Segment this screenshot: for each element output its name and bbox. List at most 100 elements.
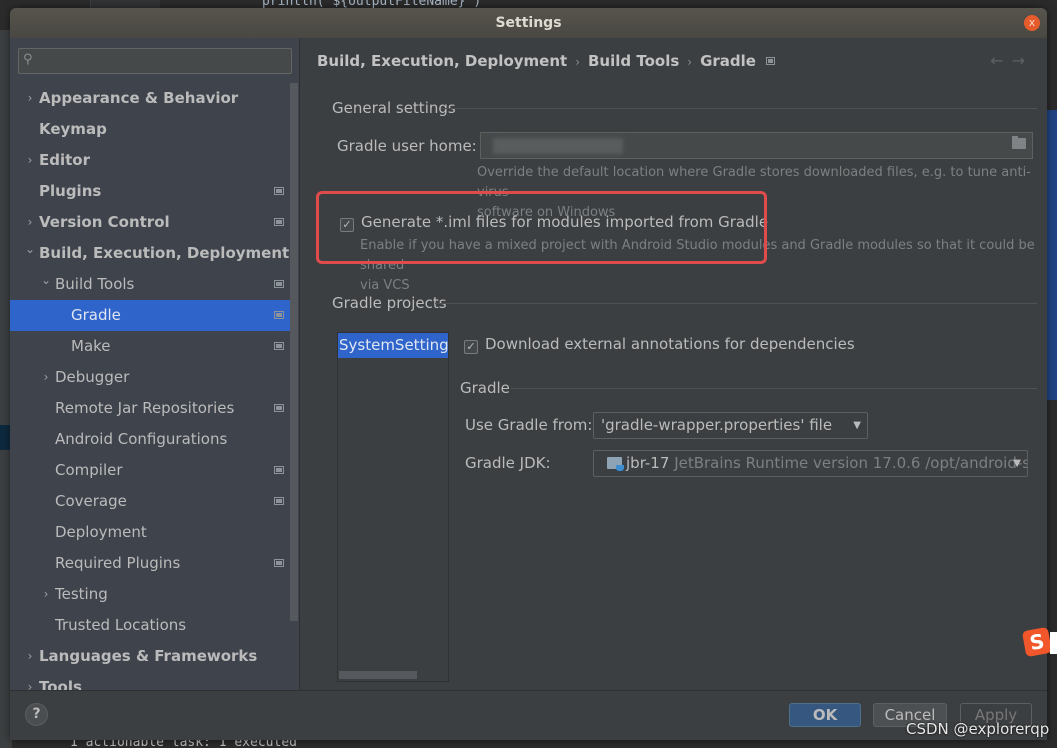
use-gradle-from-label: Use Gradle from: xyxy=(465,416,593,434)
watermark: CSDN @explorerqp xyxy=(906,720,1050,738)
chevron-down-icon: ▼ xyxy=(853,420,861,431)
sidebar-item-label: Appearance & Behavior xyxy=(39,89,239,107)
project-scope-icon xyxy=(274,404,284,412)
title-bar[interactable]: Settings x xyxy=(10,8,1047,38)
sidebar-scrollbar[interactable] xyxy=(290,83,298,621)
ime-icon[interactable]: S xyxy=(1021,626,1053,658)
use-gradle-from-value: 'gradle-wrapper.properties' file xyxy=(601,416,833,434)
sidebar-item-label: Required Plugins xyxy=(55,554,181,572)
sidebar-item-label: Android Configurations xyxy=(55,430,228,448)
sidebar-item-label: Debugger xyxy=(55,368,130,386)
section-divider xyxy=(435,303,1037,304)
close-button[interactable]: x xyxy=(1024,15,1040,31)
chevron-down-icon[interactable]: ⌄ xyxy=(24,234,36,265)
breadcrumb: Build, Execution, Deployment › Build Tools… xyxy=(317,52,775,70)
sidebar-item-label: Coverage xyxy=(55,492,127,510)
sidebar-item-compiler[interactable]: Compiler xyxy=(10,455,298,486)
help-button[interactable]: ? xyxy=(25,703,48,726)
project-scope-icon xyxy=(274,311,284,319)
gradle-jdk-dropdown[interactable]: jbr-17 JetBrains Runtime version 17.0.6 … xyxy=(593,450,1028,477)
sidebar-item-plugins[interactable]: Plugins xyxy=(10,176,298,207)
sidebar-item-label: Build, Execution, Deployment xyxy=(39,244,290,262)
sidebar-item-label: Trusted Locations xyxy=(55,616,187,634)
hint-line: via VCS xyxy=(360,278,410,293)
sidebar-item-required-plugins[interactable]: Required Plugins xyxy=(10,548,298,579)
sidebar-item-gradle[interactable]: Gradle xyxy=(10,300,298,331)
annotation-highlight-box xyxy=(316,191,767,264)
chevron-right-icon[interactable]: › xyxy=(40,579,52,610)
history-navigation: ←→ xyxy=(990,51,1033,70)
sidebar-item-make[interactable]: Make xyxy=(10,331,298,362)
sidebar-item-label: Editor xyxy=(39,151,90,169)
sidebar-item-label: Keymap xyxy=(39,120,107,138)
sidebar-item-build-tools[interactable]: ⌄ Build Tools xyxy=(10,269,298,300)
dialog-footer: ? OK Cancel Apply xyxy=(10,690,1047,740)
section-divider xyxy=(511,388,1037,389)
ime-toolbar xyxy=(1050,632,1057,654)
sidebar-item-editor[interactable]: › Editor xyxy=(10,145,298,176)
settings-content: Build, Execution, Deployment › Build Tools… xyxy=(301,38,1047,690)
sidebar-item-label: Version Control xyxy=(39,213,170,231)
gradle-user-home-field[interactable] xyxy=(480,132,1033,159)
project-scope-icon xyxy=(274,342,284,350)
gradle-jdk-detail: JetBrains Runtime version 17.0.6 /opt/an… xyxy=(674,454,1028,472)
sidebar-item-android-configurations[interactable]: Android Configurations xyxy=(10,424,298,455)
settings-dialog: Settings x ⚲ › Appearance & Behavior Keyma… xyxy=(10,8,1047,740)
forward-arrow-icon[interactable]: → xyxy=(1012,51,1033,70)
section-divider xyxy=(441,108,1037,109)
project-scope-icon xyxy=(274,280,284,288)
sidebar-item-coverage[interactable]: Coverage xyxy=(10,486,298,517)
download-annotations-checkbox[interactable]: ✓ xyxy=(464,340,478,354)
sidebar-item-label: Testing xyxy=(55,585,108,603)
gradle-section-title: Gradle xyxy=(460,379,510,397)
dialog-title: Settings xyxy=(495,15,562,31)
sidebar-item-label: Gradle xyxy=(71,306,121,324)
breadcrumb-item-build-tools[interactable]: Build Tools xyxy=(588,52,679,70)
sidebar-item-remote-jar-repositories[interactable]: Remote Jar Repositories xyxy=(10,393,298,424)
sidebar-item-label: Deployment xyxy=(55,523,147,541)
sidebar-item-build-execution-deployment[interactable]: ⌄ Build, Execution, Deployment xyxy=(10,238,298,269)
project-scope-icon xyxy=(274,218,284,226)
jdk-folder-icon xyxy=(607,457,624,471)
project-list-scrollbar[interactable] xyxy=(339,671,417,679)
chevron-right-icon[interactable]: › xyxy=(24,145,36,176)
download-annotations-option[interactable]: ✓ Download external annotations for depen… xyxy=(464,335,855,354)
gradle-jdk-label: Gradle JDK: xyxy=(465,454,551,472)
search-icon: ⚲ xyxy=(23,52,33,67)
breadcrumb-item-build-execution-deployment[interactable]: Build, Execution, Deployment xyxy=(317,52,567,70)
project-scope-icon xyxy=(274,466,284,474)
project-scope-icon xyxy=(274,497,284,505)
sidebar-item-trusted-locations[interactable]: Trusted Locations xyxy=(10,610,298,641)
gradle-jdk-name: jbr-17 xyxy=(626,454,670,472)
sidebar-item-languages-frameworks[interactable]: › Languages & Frameworks xyxy=(10,641,298,672)
sidebar-item-label: Remote Jar Repositories xyxy=(55,399,235,417)
ok-button[interactable]: OK xyxy=(789,703,861,727)
sidebar-item-testing[interactable]: › Testing xyxy=(10,579,298,610)
close-icon: x xyxy=(1028,16,1036,29)
sidebar-item-label: Plugins xyxy=(39,182,102,200)
settings-sidebar: ⚲ › Appearance & Behavior Keymap › Editor Plu… xyxy=(10,38,300,696)
gradle-projects-title: Gradle projects xyxy=(332,294,447,312)
gradle-user-home-label: Gradle user home: xyxy=(337,137,477,155)
sidebar-item-label: Languages & Frameworks xyxy=(39,647,258,665)
chevron-down-icon[interactable]: ⌄ xyxy=(40,265,52,296)
sidebar-item-debugger[interactable]: › Debugger xyxy=(10,362,298,393)
download-annotations-label: Download external annotations for depend… xyxy=(485,335,855,353)
chevron-right-icon[interactable]: › xyxy=(40,362,52,393)
sidebar-item-deployment[interactable]: Deployment xyxy=(10,517,298,548)
sidebar-item-version-control[interactable]: › Version Control xyxy=(10,207,298,238)
chevron-right-icon[interactable]: › xyxy=(24,641,36,672)
chevron-down-icon: ▼ xyxy=(1013,458,1021,469)
folder-browse-icon[interactable] xyxy=(1012,136,1026,149)
help-icon: ? xyxy=(32,706,41,722)
use-gradle-from-dropdown[interactable]: 'gradle-wrapper.properties' file ▼ xyxy=(593,412,868,439)
redacted-path xyxy=(493,138,623,154)
gradle-projects-list: SystemSettingsS xyxy=(337,332,449,682)
sidebar-item-keymap[interactable]: Keymap xyxy=(10,114,298,145)
project-list-item[interactable]: SystemSettingsS xyxy=(338,333,448,358)
project-scope-icon xyxy=(274,187,284,195)
search-input[interactable]: ⚲ xyxy=(18,48,292,74)
sidebar-item-appearance-behavior[interactable]: › Appearance & Behavior xyxy=(10,83,298,114)
chevron-right-icon[interactable]: › xyxy=(24,83,36,114)
back-arrow-icon[interactable]: ← xyxy=(990,51,1011,70)
